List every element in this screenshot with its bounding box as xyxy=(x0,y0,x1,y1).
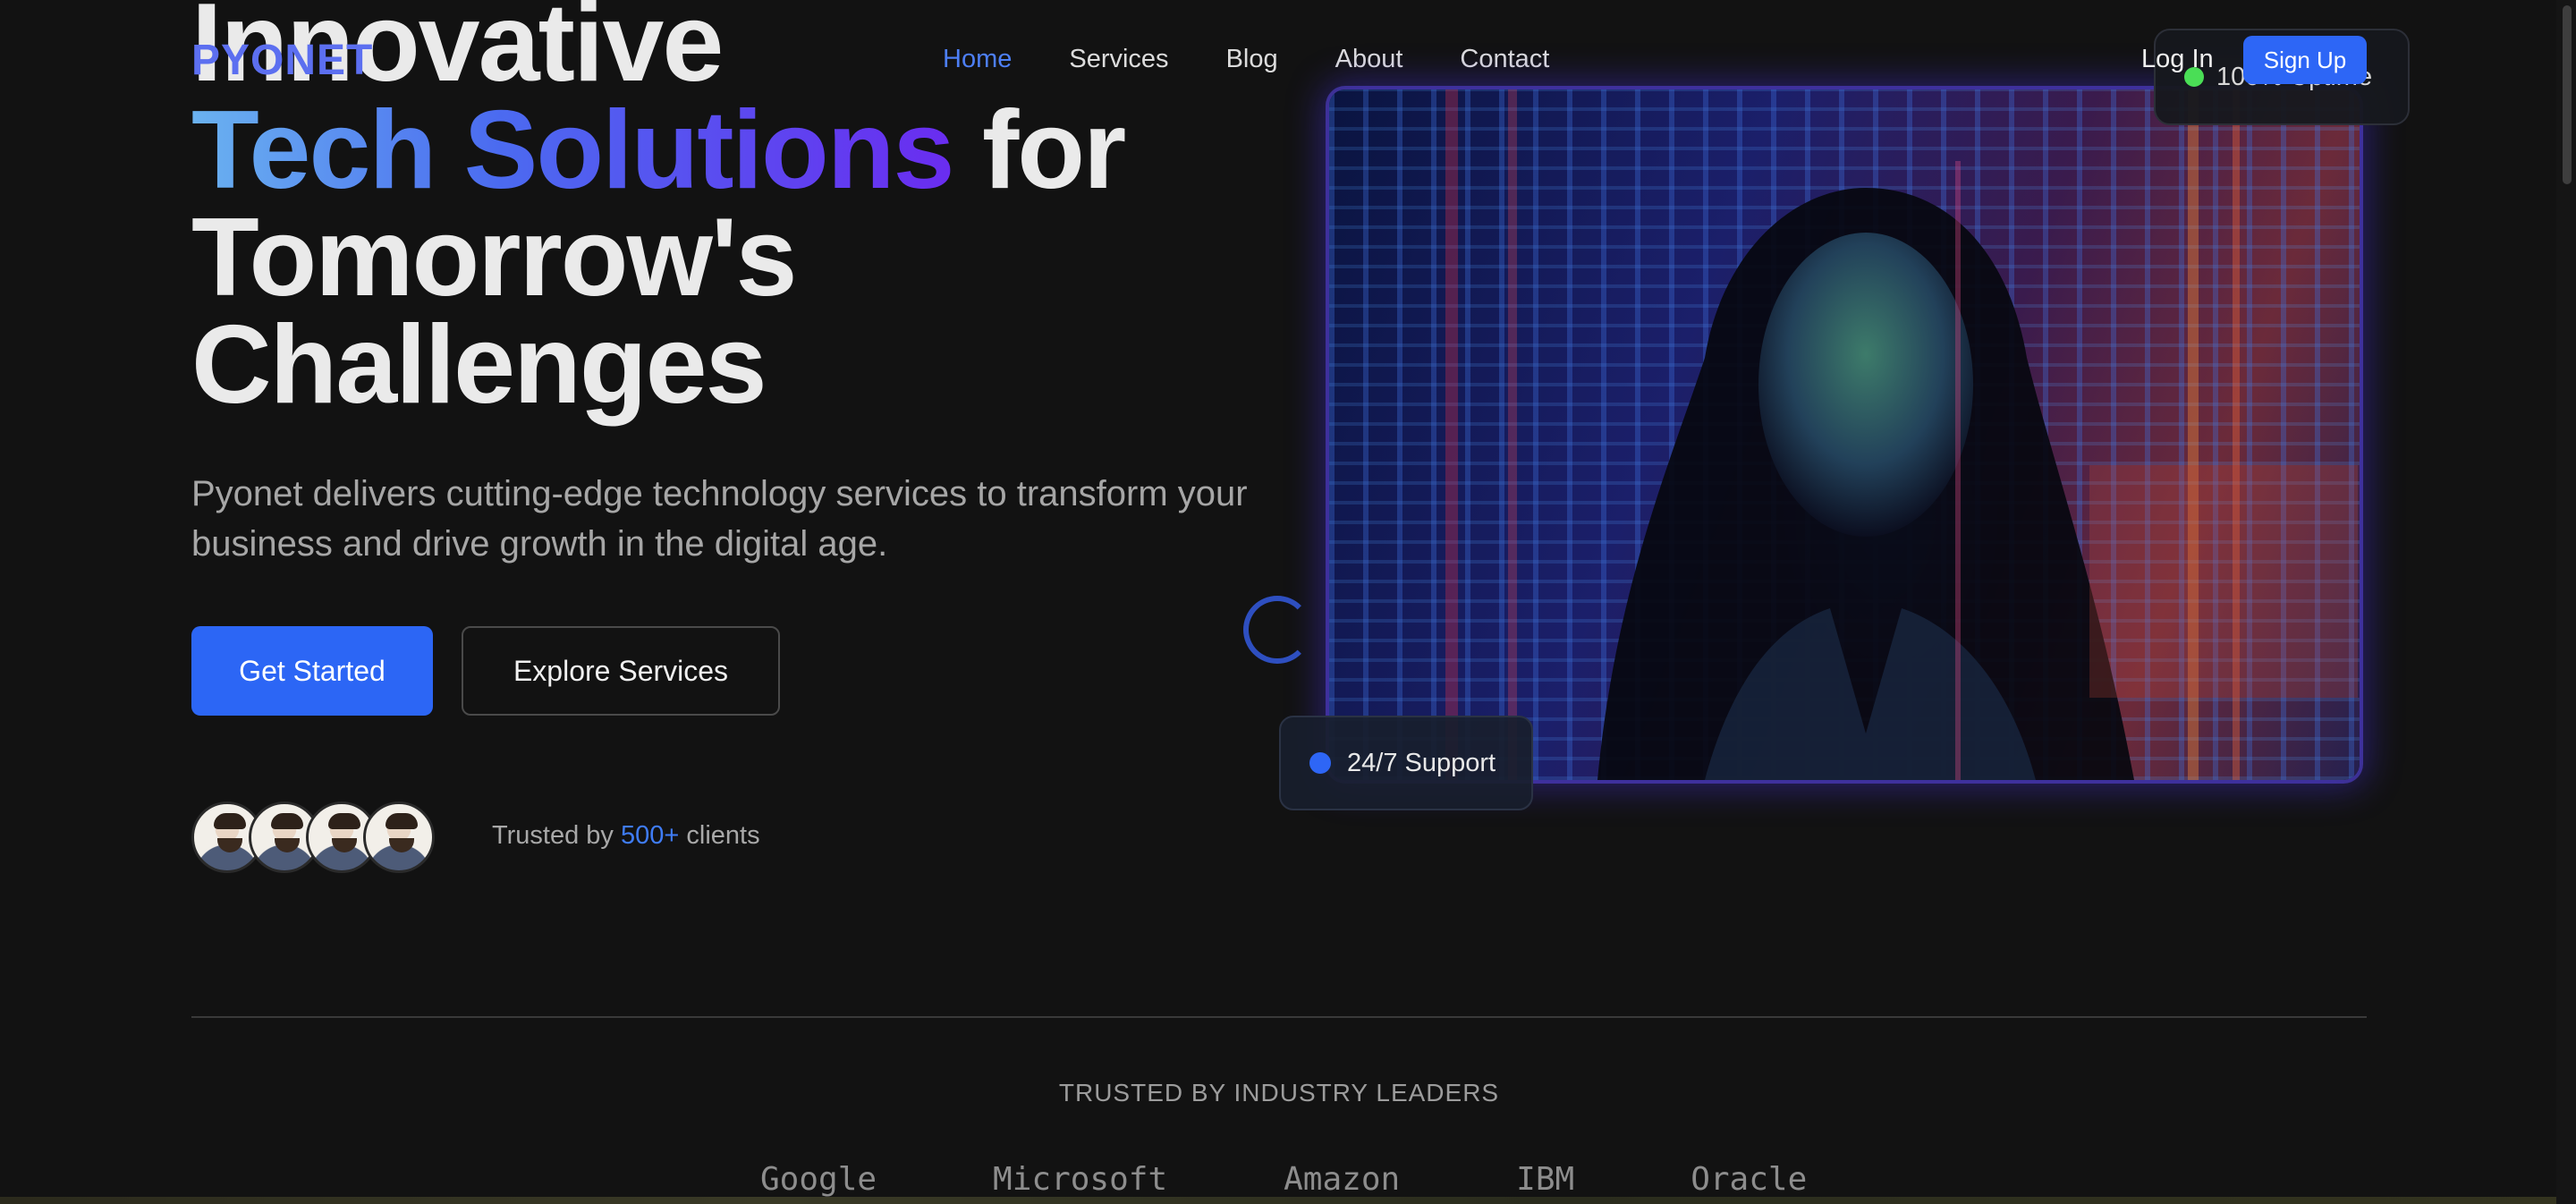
main-nav: Home Services Blog About Contact xyxy=(943,45,1549,74)
explore-services-button[interactable]: Explore Services xyxy=(462,626,780,716)
page-scrollbar[interactable] xyxy=(2556,0,2576,1204)
scrollbar-thumb[interactable] xyxy=(2563,5,2572,184)
hero-subtitle: Pyonet delivers cutting-edge technology … xyxy=(191,474,1248,564)
support-badge: 24/7 Support xyxy=(1279,716,1533,810)
bottom-edge-strip xyxy=(0,1197,2576,1204)
nav-blog[interactable]: Blog xyxy=(1226,45,1278,74)
avatar xyxy=(363,801,435,873)
nav-home[interactable]: Home xyxy=(943,45,1012,74)
trusted-clients-text: Trusted by 500+ clients xyxy=(492,821,760,851)
hero-title-line-3: Tomorrow's xyxy=(191,196,797,319)
hero-title-for: for xyxy=(953,89,1126,212)
hero-title-line-4: Challenges xyxy=(191,303,767,427)
trusted-prefix: Trusted by xyxy=(492,821,621,850)
partner-logo-ibm: IBM xyxy=(1516,1161,1575,1198)
nav-contact[interactable]: Contact xyxy=(1460,45,1549,74)
login-link[interactable]: Log In xyxy=(2141,45,2214,74)
hero-title-line-2: Tech Solutions for xyxy=(191,95,1265,206)
partner-logo-amazon: Amazon xyxy=(1284,1161,1401,1198)
nav-services[interactable]: Services xyxy=(1069,45,1168,74)
partner-logo-oracle: Oracle xyxy=(1690,1161,1808,1198)
partners-heading: TRUSTED BY INDUSTRY LEADERS xyxy=(1058,1079,1500,1106)
status-dot-icon xyxy=(1309,752,1331,774)
support-badge-label: 24/7 Support xyxy=(1347,748,1496,777)
signup-button[interactable]: Sign Up xyxy=(2243,36,2367,84)
get-started-button[interactable]: Get Started xyxy=(191,626,433,716)
partner-logo-google: Google xyxy=(760,1161,877,1198)
partner-logos: Google Microsoft Amazon IBM Oracle xyxy=(760,1161,1807,1198)
trusted-count: 500+ xyxy=(620,821,680,850)
partner-logo-microsoft: Microsoft xyxy=(993,1161,1168,1198)
site-logo[interactable]: PYONET xyxy=(191,36,373,85)
hero-image xyxy=(1329,89,2360,780)
trusted-suffix: clients xyxy=(679,821,760,850)
loading-spinner-icon xyxy=(1243,596,1311,664)
section-divider xyxy=(191,1016,2367,1018)
hero-title-gradient: Tech Solutions xyxy=(191,89,955,212)
nav-about[interactable]: About xyxy=(1335,45,1403,74)
